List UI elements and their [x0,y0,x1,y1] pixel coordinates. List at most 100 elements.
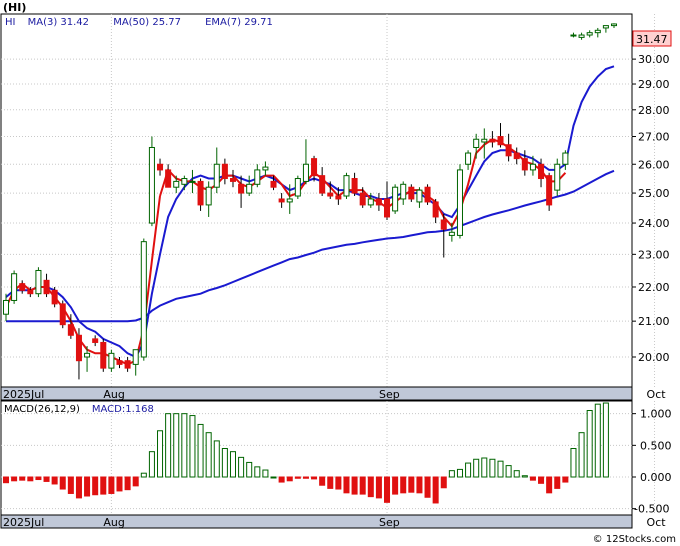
candle-body [157,163,164,171]
macd-bar [521,475,528,478]
candle-body [562,152,569,165]
macd-bar [262,469,269,478]
macd-bar [424,476,431,498]
candle-body [594,29,601,34]
candle-body [505,144,512,157]
macd-bar [456,468,463,478]
candle [140,238,147,361]
candle-body [335,195,342,200]
macd-bar [489,458,496,478]
macd-bar [319,476,326,486]
macd-bar [278,476,285,483]
candle-body [11,273,18,301]
candle-body [27,289,34,295]
candle [108,349,115,372]
candle-body [521,158,528,171]
macd-bar [359,476,366,495]
price-tick-label: 21.00 [638,315,670,328]
macd-bar [157,430,164,478]
macd-bar [343,476,350,494]
macd-bar [59,476,66,490]
candle-body [408,186,415,200]
price-tick-label: 22.00 [638,281,670,294]
macd-bar [124,476,131,491]
candle [35,267,42,298]
candle-body [343,175,350,197]
candle-body [294,178,301,197]
macd-bar [416,476,423,494]
candle-body [181,178,188,185]
candle-body [254,169,261,185]
price-legend-item: EMA(7) 29.71 [205,17,273,28]
candle [392,184,399,214]
candle-body [327,192,334,197]
candle-body [610,23,618,27]
macd-tick-label: 1.000 [640,408,672,421]
candle-body [432,201,439,218]
macd-bar [108,476,115,494]
macd-bar [335,476,342,490]
macd-bar [213,440,220,478]
candle-body [51,289,58,305]
x-tick-label: Sep [379,516,400,529]
macd-bar [165,413,172,478]
candle-body [165,169,172,188]
macd-bar [181,413,188,478]
x-tick-label: Oct [647,516,667,529]
candle-body [213,163,220,188]
macd-bar [246,461,253,478]
macd-x-axis-strip [0,514,633,529]
macd-tick-label: 0.000 [640,471,672,484]
macd-bar [367,476,374,498]
x-tick-label: Oct [647,388,667,401]
macd-bar [440,476,447,489]
x-tick-label: 2025Jul [3,516,44,529]
macd-bar [11,476,18,482]
macd-bar [546,476,553,494]
macd-bar [238,456,245,478]
macd-bar [465,462,472,478]
candle-body [116,360,123,365]
candle-body [132,349,139,365]
candle-body [148,146,155,224]
price-tick-label: 26.00 [638,158,670,171]
candle-body [351,178,358,194]
candle [59,300,66,329]
candle-body [538,163,545,180]
candle [51,286,58,308]
candle-body [473,138,480,148]
macd-bar [27,476,34,482]
x-tick-label: 2025Jul [3,388,44,401]
stock-chart: 20.00 21.00 22.00 23.00 24.00 25.00 26.00 27.00… [0,1,676,545]
candle-body [513,152,520,160]
macd-bar [2,476,10,484]
candle-body [375,198,382,206]
macd-tick-label: 0.500 [640,439,672,452]
candle-body [229,178,236,182]
x-tick-label: Aug [103,516,124,529]
candle [408,184,415,202]
macd-bar [302,476,309,479]
macd-bar [497,460,504,478]
candle-body [416,189,423,203]
price-y-axis: 20.00 21.00 22.00 23.00 24.00 25.00 26.00 27.00… [632,53,670,364]
macd-tick-label: -0.500 [634,503,669,516]
candle-body [92,338,99,343]
candle-body [59,303,66,326]
candle-body [302,163,309,182]
macd-bar [594,403,601,478]
candle-body [238,183,245,194]
macd-bar [84,476,91,497]
macd-bar [254,466,261,478]
copyright: © 12Stocks.com [593,534,676,545]
price-tick-label: 24.00 [638,217,670,230]
macd-bar [538,476,545,484]
price-tick-label: 30.00 [638,53,670,66]
price-tick-label: 20.00 [638,351,670,364]
candle-body [84,352,91,358]
macd-bar [173,413,180,478]
macd-bar [562,476,569,483]
candle-body [319,175,326,194]
price-legend: HI MA(3) 31.42 MA(50) 25.77 EMA(7) 29.71 [5,17,273,28]
macd-bar [570,448,577,478]
